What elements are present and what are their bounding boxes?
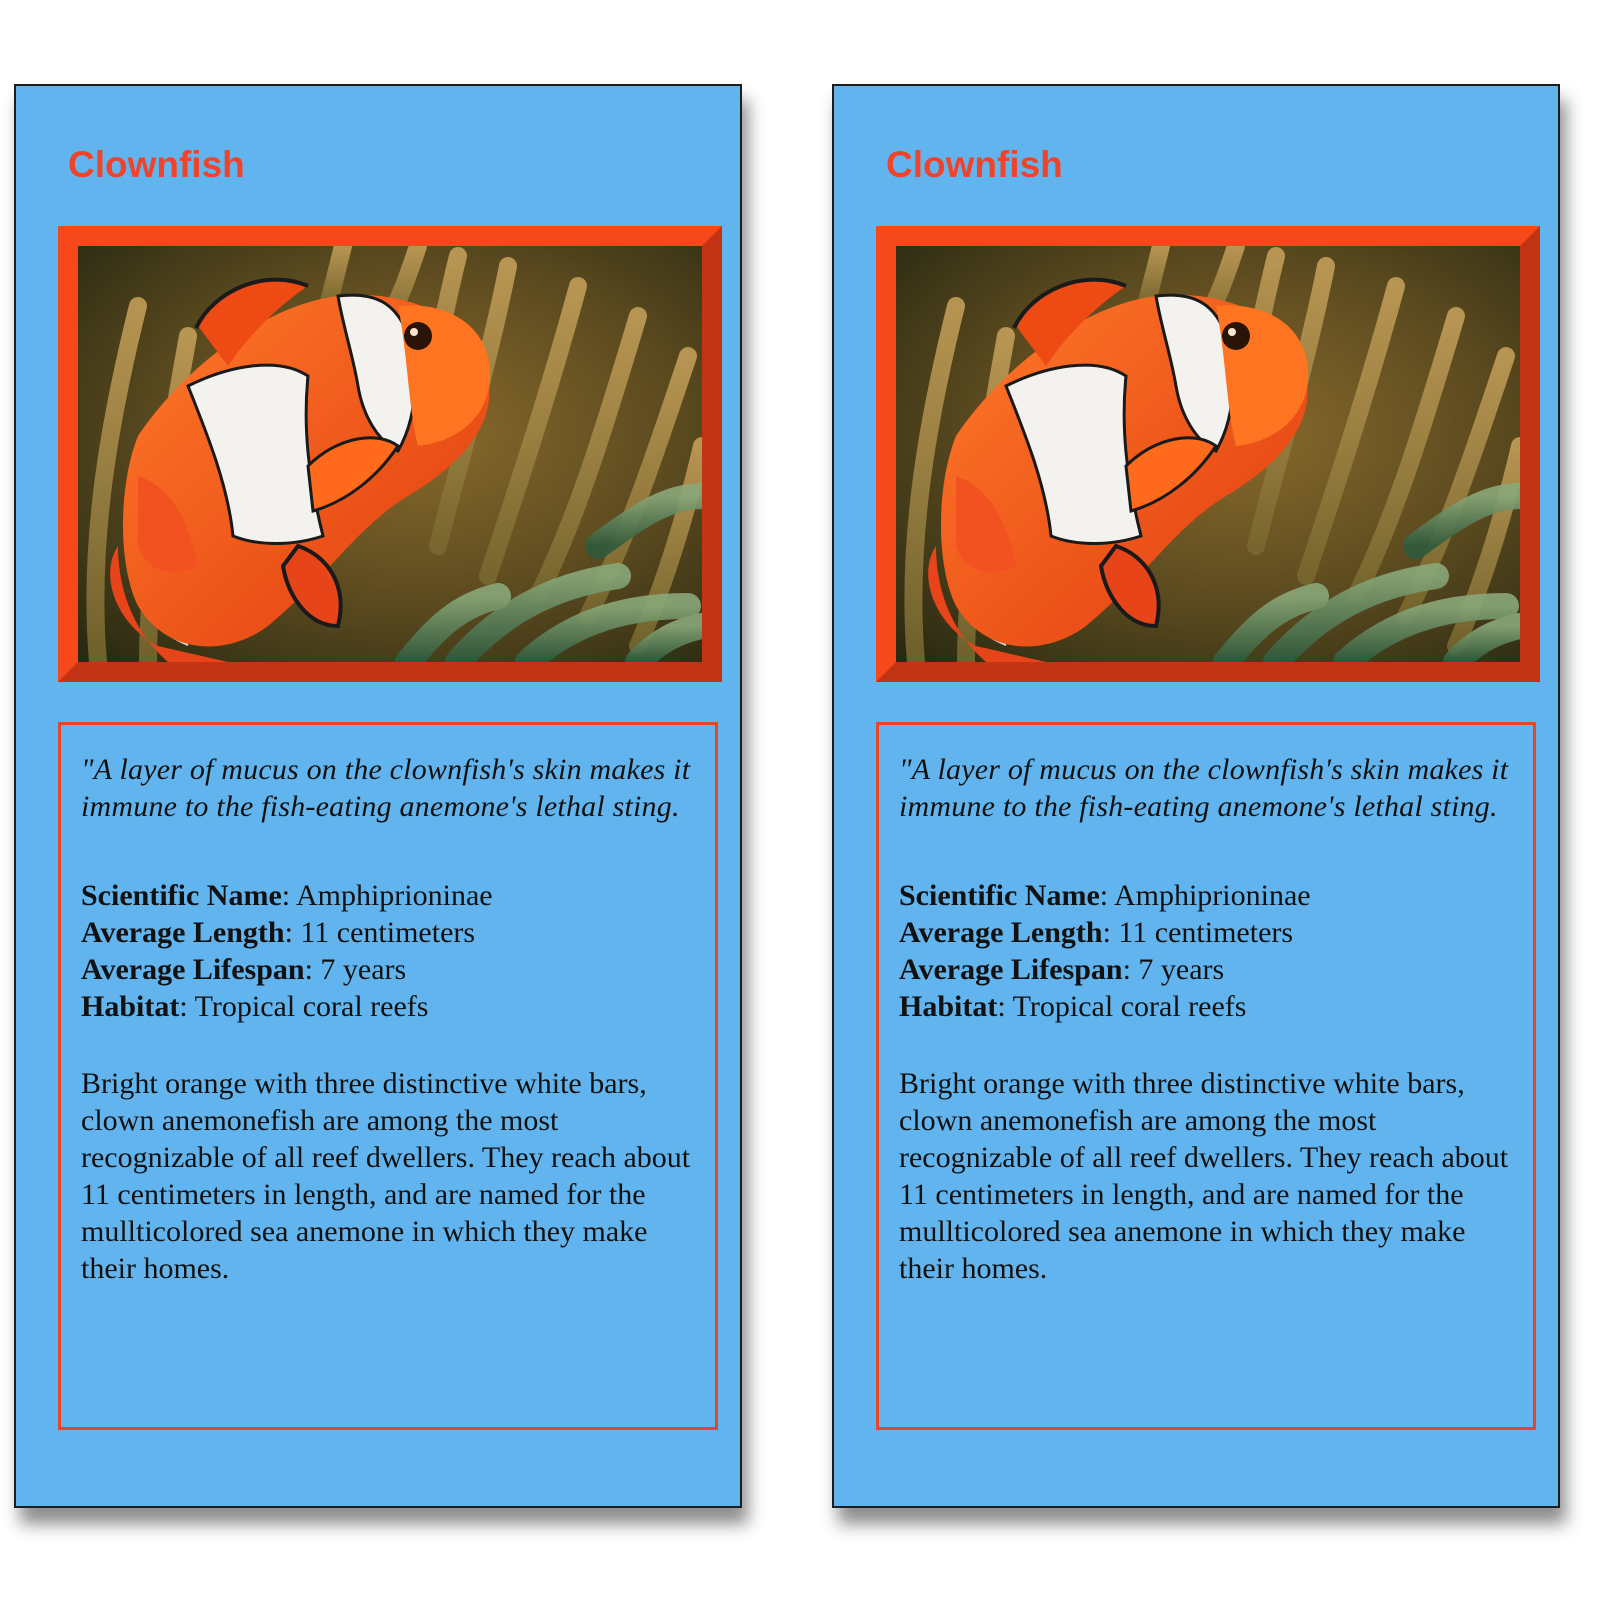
fact-average-lifespan: Average Lifespan: 7 years xyxy=(899,951,1513,988)
fact-value: : Amphiprioninae xyxy=(281,879,493,912)
clownfish-photo-frame xyxy=(58,226,722,682)
fact-value: : Amphiprioninae xyxy=(1099,879,1311,912)
fact-habitat: Habitat: Tropical coral reefs xyxy=(899,988,1513,1025)
fact-value: : Tropical coral reefs xyxy=(179,990,429,1023)
fact-value: : 11 centimeters xyxy=(284,916,476,949)
info-box: "A layer of mucus on the clownfish's ski… xyxy=(58,722,718,1430)
fact-label: Habitat xyxy=(899,990,998,1023)
fact-label: Habitat xyxy=(81,990,180,1023)
card-title: Clownfish xyxy=(886,144,1063,185)
fact-scientific-name: Scientific Name: Amphiprioninae xyxy=(899,877,1513,914)
clownfish-photo-frame xyxy=(876,226,1540,682)
quote-text: "A layer of mucus on the clownfish's ski… xyxy=(899,753,1509,823)
fact-label: Average Lifespan xyxy=(899,953,1123,986)
clownfish-image xyxy=(896,246,1520,662)
species-card-right: Clownfish "A layer of mucus on the clown… xyxy=(832,84,1560,1508)
facts-list: Scientific Name: Amphiprioninae Average … xyxy=(899,877,1513,1025)
facts-list: Scientific Name: Amphiprioninae Average … xyxy=(81,877,695,1025)
fact-label: Scientific Name xyxy=(899,879,1100,912)
fact-label: Average Lifespan xyxy=(81,953,305,986)
fact-value: : 11 centimeters xyxy=(1102,916,1294,949)
fact-label: Average Length xyxy=(81,916,285,949)
fact-habitat: Habitat: Tropical coral reefs xyxy=(81,988,695,1025)
fact-scientific-name: Scientific Name: Amphiprioninae xyxy=(81,877,695,914)
quote-text: "A layer of mucus on the clownfish's ski… xyxy=(81,753,691,823)
description-text: Bright orange with three distinctive whi… xyxy=(81,1067,691,1285)
card-title: Clownfish xyxy=(68,144,245,185)
clownfish-image xyxy=(78,246,702,662)
species-card-left: Clownfish "A layer of mucus on the clown… xyxy=(14,84,742,1508)
fact-average-lifespan: Average Lifespan: 7 years xyxy=(81,951,695,988)
description-text: Bright orange with three distinctive whi… xyxy=(899,1067,1509,1285)
info-box: "A layer of mucus on the clownfish's ski… xyxy=(876,722,1536,1430)
fact-average-length: Average Length: 11 centimeters xyxy=(899,914,1513,951)
fact-value: : Tropical coral reefs xyxy=(997,990,1247,1023)
fact-average-length: Average Length: 11 centimeters xyxy=(81,914,695,951)
fact-label: Average Length xyxy=(899,916,1103,949)
fact-value: : 7 years xyxy=(304,953,407,986)
fact-value: : 7 years xyxy=(1122,953,1225,986)
fact-label: Scientific Name xyxy=(81,879,282,912)
